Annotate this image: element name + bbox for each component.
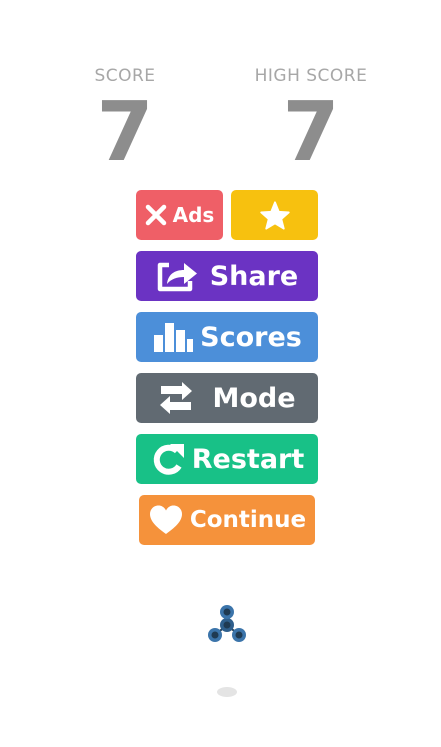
star-icon: [259, 200, 290, 230]
score-panel: SCORE 7: [70, 66, 180, 174]
heart-icon: [149, 505, 182, 534]
restart-icon: [153, 444, 184, 475]
high-score-value: 7: [282, 85, 340, 180]
mode-label: Mode: [212, 382, 296, 414]
restart-button[interactable]: Restart: [136, 434, 318, 484]
share-icon: [157, 262, 197, 292]
high-score-panel: HIGH SCORE 7: [236, 66, 386, 174]
mode-button[interactable]: Mode: [136, 373, 318, 423]
swap-icon: [160, 382, 193, 414]
score-value: 7: [96, 85, 154, 180]
continue-label: Continue: [189, 506, 307, 533]
share-label: Share: [209, 260, 299, 292]
scores-label: Scores: [200, 321, 302, 353]
close-icon: [145, 204, 166, 226]
continue-button[interactable]: Continue: [139, 495, 315, 545]
rate-button[interactable]: [231, 190, 318, 240]
remove-ads-button[interactable]: Ads: [136, 190, 223, 240]
bar-chart-icon: [154, 323, 194, 352]
fidget-spinner-icon: [208, 605, 246, 642]
share-button[interactable]: Share: [136, 251, 318, 301]
high-score-label: HIGH SCORE: [254, 66, 368, 86]
restart-label: Restart: [191, 443, 305, 475]
scores-button[interactable]: Scores: [136, 312, 318, 362]
ground-shadow: [217, 687, 237, 697]
score-label: SCORE: [94, 66, 156, 86]
remove-ads-label: Ads: [172, 203, 215, 227]
